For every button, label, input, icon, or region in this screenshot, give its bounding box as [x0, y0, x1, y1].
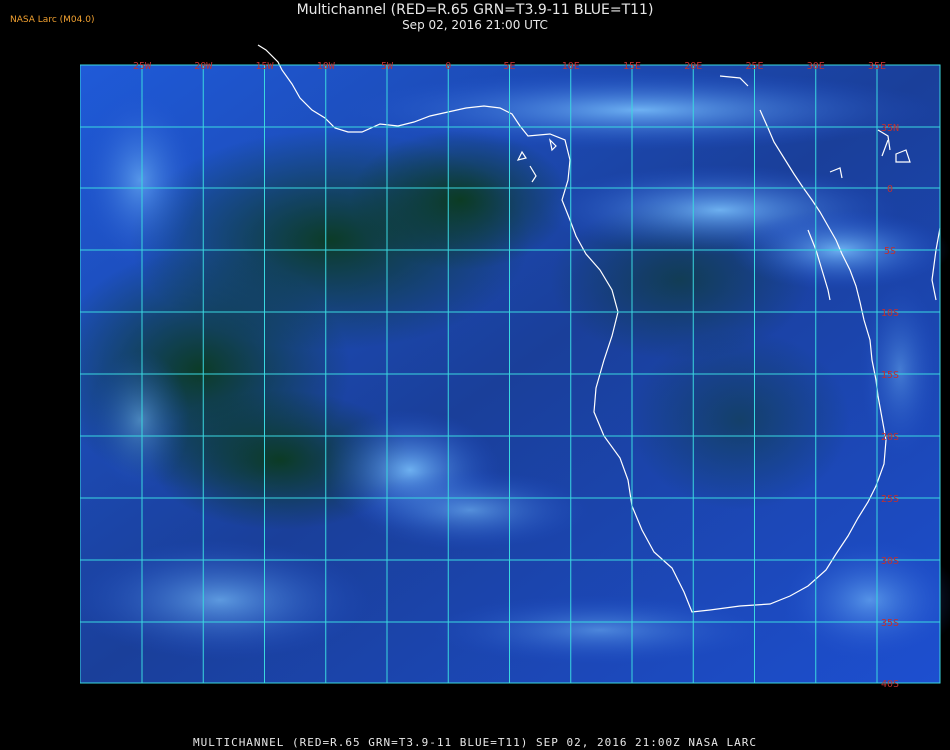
satellite-map: 25W 20W 15W 10W 5W 0 5E 10E 15E 20E 25E 30E 35E 35N 0… [80, 40, 950, 728]
longitude-label: 10E [562, 61, 580, 72]
latitude-label: 15S [881, 370, 899, 381]
latitude-label: 40S [881, 679, 899, 690]
longitude-label: 25W [133, 61, 152, 72]
image-title: Multichannel (RED=R.65 GRN=T3.9-11 BLUE=… [296, 2, 654, 18]
longitude-label: 20E [684, 61, 702, 72]
latitude-label: 35S [881, 618, 899, 629]
latitude-label: 10S [881, 308, 899, 319]
latitude-label: 30S [881, 556, 899, 567]
satellite-map-svg: 25W 20W 15W 10W 5W 0 5E 10E 15E 20E 25E 30E 35E 35N 0… [80, 44, 950, 690]
longitude-label: 10W [317, 61, 336, 72]
longitude-label: 25E [745, 61, 763, 72]
latitude-label: 20S [881, 432, 899, 443]
latitude-label: 35N [881, 123, 899, 134]
longitude-label: 15W [255, 61, 274, 72]
footer-caption: MULTICHANNEL (RED=R.65 GRN=T3.9-11 BLUE=… [192, 736, 758, 749]
longitude-label: 30E [807, 61, 825, 72]
longitude-label: 5W [381, 61, 394, 72]
longitude-label: 35E [868, 61, 886, 72]
longitude-label: 20W [194, 61, 213, 72]
longitude-label: 0 [445, 61, 451, 72]
longitude-label: 5E [503, 61, 515, 72]
latitude-label: 5S [884, 246, 896, 257]
latitude-label: 25S [881, 494, 899, 505]
longitude-label: 15E [623, 61, 641, 72]
latitude-label: 0 [887, 184, 893, 195]
image-timestamp: Sep 02, 2016 21:00 UTC [402, 18, 548, 32]
